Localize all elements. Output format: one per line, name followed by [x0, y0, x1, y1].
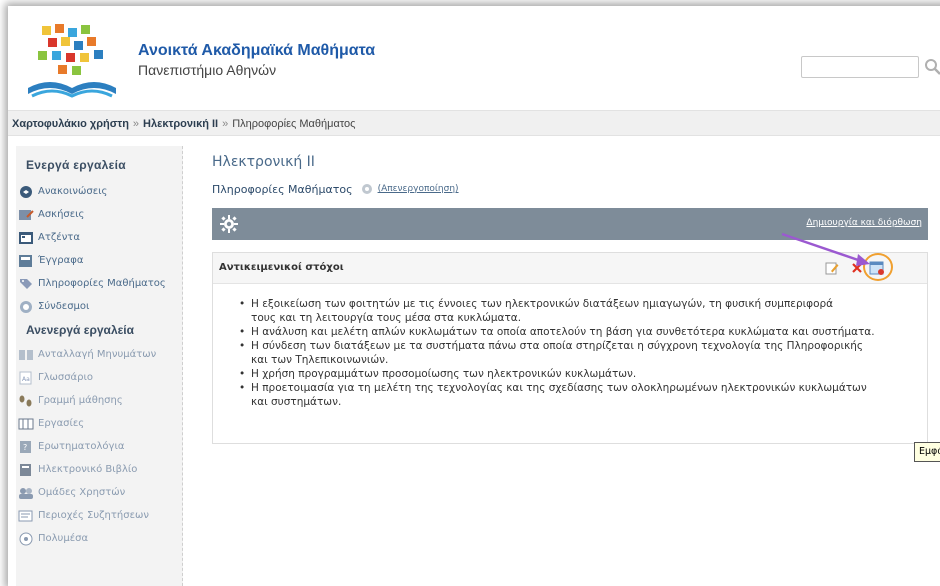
sidebar-item-ebook[interactable]: Ηλεκτρονικό Βιβλίο: [16, 458, 182, 481]
sidebar-item-label: Ερωτηματολόγια: [38, 441, 125, 452]
announcement-icon: [18, 185, 34, 199]
objectives-panel: Αντικειμενικοί στόχοι Η εξοικείωση των φ…: [212, 252, 928, 444]
deactivate-link[interactable]: (Απενεργοποίηση): [378, 184, 459, 194]
sidebar-item-label: Περιοχές Συζητήσεων: [38, 510, 149, 521]
sidebar-item-course-info[interactable]: Πληροφορίες Μαθήματος: [16, 272, 182, 295]
objective-item: Η ανάλυση και μελέτη απλών κυκλωμάτων τα…: [237, 325, 927, 339]
objective-item: τους και τη λειτουργία τους μέσα στα κυκ…: [251, 312, 522, 324]
sidebar-item-forums[interactable]: Περιοχές Συζητήσεων: [16, 504, 182, 527]
search-input[interactable]: [801, 56, 919, 78]
sidebar-item-label: Ανταλλαγή Μηνυμάτων: [38, 349, 157, 360]
sidebar-item-label: Γραμμή μάθησης: [38, 395, 123, 406]
learning-path-icon: [18, 394, 34, 408]
objective-item: Η εξοικείωση των φοιτητών με τις έννοιες…: [237, 297, 927, 311]
ebook-icon: [18, 463, 34, 477]
objective-item: και συστημάτων.: [251, 396, 342, 408]
sidebar-item-label: Σύνδεσμοι: [38, 301, 90, 312]
links-icon: [18, 300, 34, 314]
breadcrumb: Χαρτοφυλάκιο χρήστη» Ηλεκτρονική ΙΙ» Πληρο…: [8, 110, 940, 136]
sidebar-item-questionnaires[interactable]: ? Ερωτηματολόγια: [16, 435, 182, 458]
sidebar-item-assignments[interactable]: Εργασίες: [16, 412, 182, 435]
sidebar-item-label: Ανακοινώσεις: [38, 186, 108, 197]
objectives-list: Η εξοικείωση των φοιτητών με τις έννοιες…: [237, 297, 927, 409]
glossary-icon: Aa: [18, 371, 34, 385]
sidebar-item-documents[interactable]: Έγγραφα: [16, 249, 182, 272]
search-icon[interactable]: [924, 58, 940, 76]
sidebar-item-label: Πολυμέσα: [38, 533, 89, 544]
objective-item: και των Τηλεπικοινωνιών.: [251, 354, 389, 366]
inactive-tools-heading: Ανενεργά εργαλεία: [26, 323, 135, 337]
sidebar-item-exercises[interactable]: Ασκήσεις: [16, 203, 182, 226]
forums-icon: [18, 509, 34, 523]
messages-icon: [18, 348, 34, 362]
objective-item: Η σύνδεση των διατάξεων με τα συστήματα …: [237, 339, 927, 353]
sidebar-item-label: Εργασίες: [38, 418, 85, 429]
objective-item: Η προετοιμασία για τη μελέτη της τεχνολο…: [237, 381, 927, 395]
main-content: Ηλεκτρονική ΙΙ Πληροφορίες Μαθήματος (Απ…: [204, 146, 940, 586]
breadcrumb-separator: »: [222, 118, 229, 130]
sidebar-item-multimedia[interactable]: Πολυμέσα: [16, 527, 182, 550]
sidebar: Ενεργά εργαλεία Ανακοινώσεις Ασκήσεις Ατ…: [16, 146, 183, 586]
multimedia-icon: [18, 532, 34, 546]
questionnaire-icon: ?: [18, 440, 34, 454]
breadcrumb-current: Πληροφορίες Μαθήματος: [232, 118, 356, 130]
app-window: Ανοικτά Ακαδημαϊκά Μαθήματα Πανεπιστήμιο…: [8, 6, 940, 586]
sidebar-item-user-groups[interactable]: Ομάδες Χρηστών: [16, 481, 182, 504]
documents-icon: [18, 254, 34, 268]
agenda-icon: [18, 231, 34, 245]
svg-text:Aa: Aa: [22, 376, 30, 383]
breadcrumb-portfolio[interactable]: Χαρτοφυλάκιο χρήστη: [12, 118, 129, 130]
sidebar-item-label: Ατζέντα: [38, 232, 80, 243]
objective-item: Η χρήση προγραμμάτων προσομοίωσης των ηλ…: [237, 367, 927, 381]
breadcrumb-separator: »: [132, 118, 140, 130]
exercises-icon: [18, 208, 34, 222]
sidebar-item-links[interactable]: Σύνδεσμοι: [16, 295, 182, 318]
tooltip: Εμφάνιση / Απόκρυψη στην κεντρική σελίδα: [914, 442, 940, 462]
user-groups-icon: [18, 486, 34, 500]
sidebar-item-label: Έγγραφα: [38, 255, 84, 266]
sidebar-item-label: Ομάδες Χρηστών: [38, 487, 126, 498]
sidebar-item-label: Γλωσσάριο: [38, 372, 93, 383]
breadcrumb-course[interactable]: Ηλεκτρονική ΙΙ: [143, 118, 218, 130]
header: Ανοικτά Ακαδημαϊκά Μαθήματα Πανεπιστήμιο…: [8, 6, 940, 116]
active-tools-heading: Ενεργά εργαλεία: [26, 158, 126, 172]
create-edit-link[interactable]: Δημιουργία και διόρθωση: [806, 218, 922, 228]
site-subtitle: Πανεπιστήμιο Αθηνών: [138, 62, 277, 78]
course-title: Ηλεκτρονική ΙΙ: [212, 154, 315, 170]
gear-toggle-icon[interactable]: [359, 182, 375, 196]
annotation-arrow: [781, 232, 870, 266]
assignments-icon: [18, 417, 34, 431]
sidebar-item-label: Ηλεκτρονικό Βιβλίο: [38, 464, 138, 475]
sidebar-item-messages[interactable]: Ανταλλαγή Μηνυμάτων: [16, 343, 182, 366]
svg-text:?: ?: [23, 443, 27, 452]
course-info-icon: [18, 277, 34, 291]
sidebar-item-label: Ασκήσεις: [38, 209, 85, 220]
open-book-logo-icon[interactable]: [22, 22, 122, 104]
sidebar-item-announcements[interactable]: Ανακοινώσεις: [16, 180, 182, 203]
gear-icon[interactable]: [220, 215, 238, 233]
site-title[interactable]: Ανοικτά Ακαδημαϊκά Μαθήματα: [138, 42, 375, 60]
page-title-text: Πληροφορίες Μαθήματος: [212, 182, 353, 196]
panel-title: Αντικειμενικοί στόχοι: [219, 262, 344, 273]
sidebar-item-learning-path[interactable]: Γραμμή μάθησης: [16, 389, 182, 412]
sidebar-item-agenda[interactable]: Ατζέντα: [16, 226, 182, 249]
page-title: Πληροφορίες Μαθήματος (Απενεργοποίηση): [212, 182, 459, 196]
sidebar-item-glossary[interactable]: Aa Γλωσσάριο: [16, 366, 182, 389]
sidebar-item-label: Πληροφορίες Μαθήματος: [38, 278, 166, 289]
